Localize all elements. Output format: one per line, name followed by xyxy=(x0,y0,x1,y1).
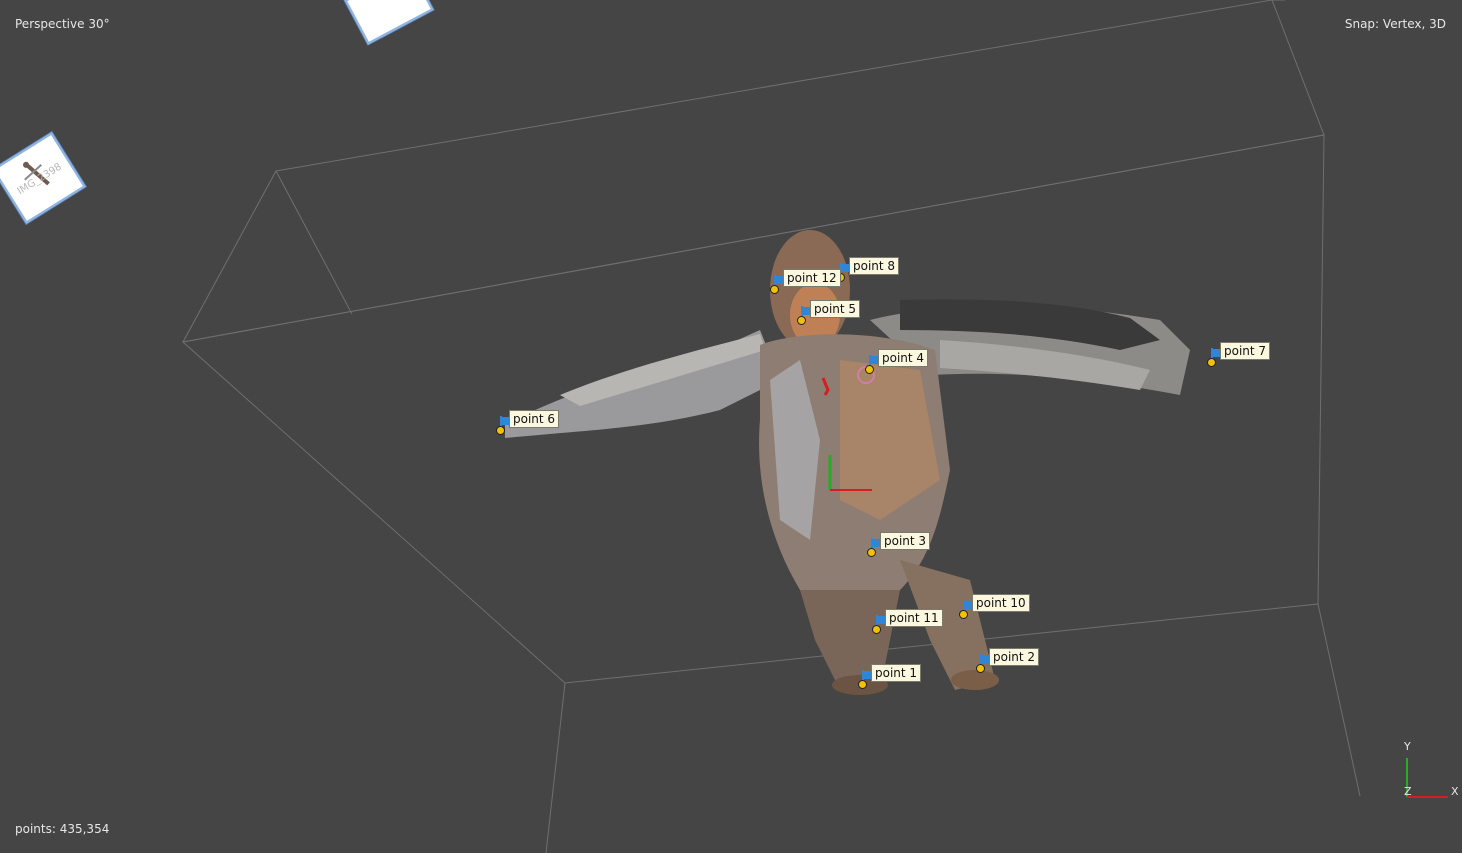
marker-label: point 12 xyxy=(783,269,841,287)
axis-gizmo: Y Z X xyxy=(1403,740,1459,798)
marker-label: point 11 xyxy=(885,609,943,627)
marker-dot xyxy=(867,548,876,557)
axis-x-label: X xyxy=(1451,785,1459,798)
marker-label: point 7 xyxy=(1220,342,1271,360)
point-count-label: points: 435,354 xyxy=(15,822,110,836)
marker-dot xyxy=(858,680,867,689)
marker-dot xyxy=(976,664,985,673)
axis-z-label: Z xyxy=(1404,785,1412,798)
marker-label: point 10 xyxy=(972,594,1030,612)
projection-label: Perspective 30° xyxy=(15,17,110,31)
marker-dot xyxy=(959,610,968,619)
marker-dot xyxy=(797,316,806,325)
marker-label: point 5 xyxy=(810,300,861,318)
marker-label: point 6 xyxy=(509,410,560,428)
marker-dot xyxy=(770,285,779,294)
marker-label: point 3 xyxy=(880,532,931,550)
scene-canvas[interactable]: Y Z X xyxy=(0,0,1462,853)
marker-dot xyxy=(865,365,874,374)
3d-viewport[interactable]: Y Z X IMG_2398 Perspective 30° Snap: Ver… xyxy=(0,0,1462,853)
marker-dot xyxy=(872,625,881,634)
axis-y-label: Y xyxy=(1403,740,1411,753)
marker-label: point 1 xyxy=(871,664,922,682)
marker-dot xyxy=(496,426,505,435)
marker-label: point 8 xyxy=(849,257,900,275)
marker-label: point 4 xyxy=(878,349,929,367)
marker-label: point 2 xyxy=(989,648,1040,666)
snap-mode-label: Snap: Vertex, 3D xyxy=(1344,17,1446,31)
marker-dot xyxy=(1207,358,1216,367)
